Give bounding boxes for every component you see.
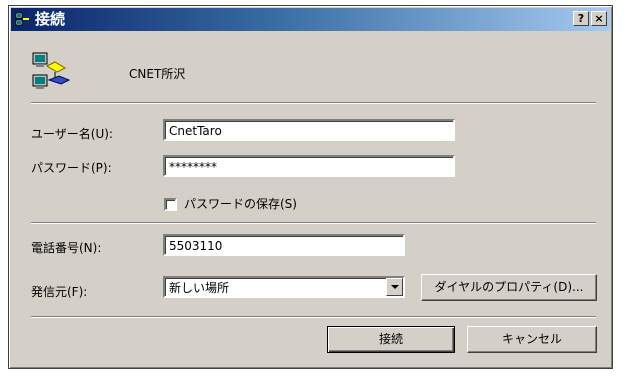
connection-icon — [32, 52, 71, 89]
separator — [31, 102, 596, 104]
title-bar[interactable]: 接続 ? × — [11, 8, 610, 31]
password-label: パスワード(P): — [31, 161, 112, 175]
cancel-button[interactable]: キャンセル — [467, 326, 597, 353]
connection-name: CNET所沢 — [129, 67, 186, 81]
save-password-label[interactable]: パスワードの保存(S) — [184, 195, 297, 212]
username-label: ユーザー名(U): — [31, 127, 113, 141]
dial-properties-button[interactable]: ダイヤルのプロパティ(D)... — [421, 274, 597, 301]
dropdown-arrow-icon[interactable] — [386, 278, 403, 296]
close-button[interactable]: × — [591, 11, 607, 26]
dialup-connection-icon — [15, 12, 29, 26]
dial-from-select[interactable]: 新しい場所 — [163, 276, 405, 298]
save-password-checkbox[interactable] — [164, 198, 177, 211]
window-title: 接続 — [35, 10, 66, 28]
phone-input[interactable]: 5503110 — [163, 234, 405, 256]
help-button[interactable]: ? — [573, 11, 589, 26]
connect-dialog: 接続 ? × CNET所沢 ユーザー名(U): CnetTaro パスワード(P… — [8, 5, 613, 369]
password-input[interactable]: ******** — [163, 155, 455, 177]
dial-from-label: 発信元(F): — [31, 285, 88, 299]
phone-label: 電話番号(N): — [31, 241, 102, 255]
connect-button[interactable]: 接続 — [327, 326, 455, 353]
dial-from-value: 新しい場所 — [169, 281, 230, 295]
separator — [31, 316, 596, 318]
username-input[interactable]: CnetTaro — [163, 119, 455, 141]
separator — [31, 222, 596, 224]
